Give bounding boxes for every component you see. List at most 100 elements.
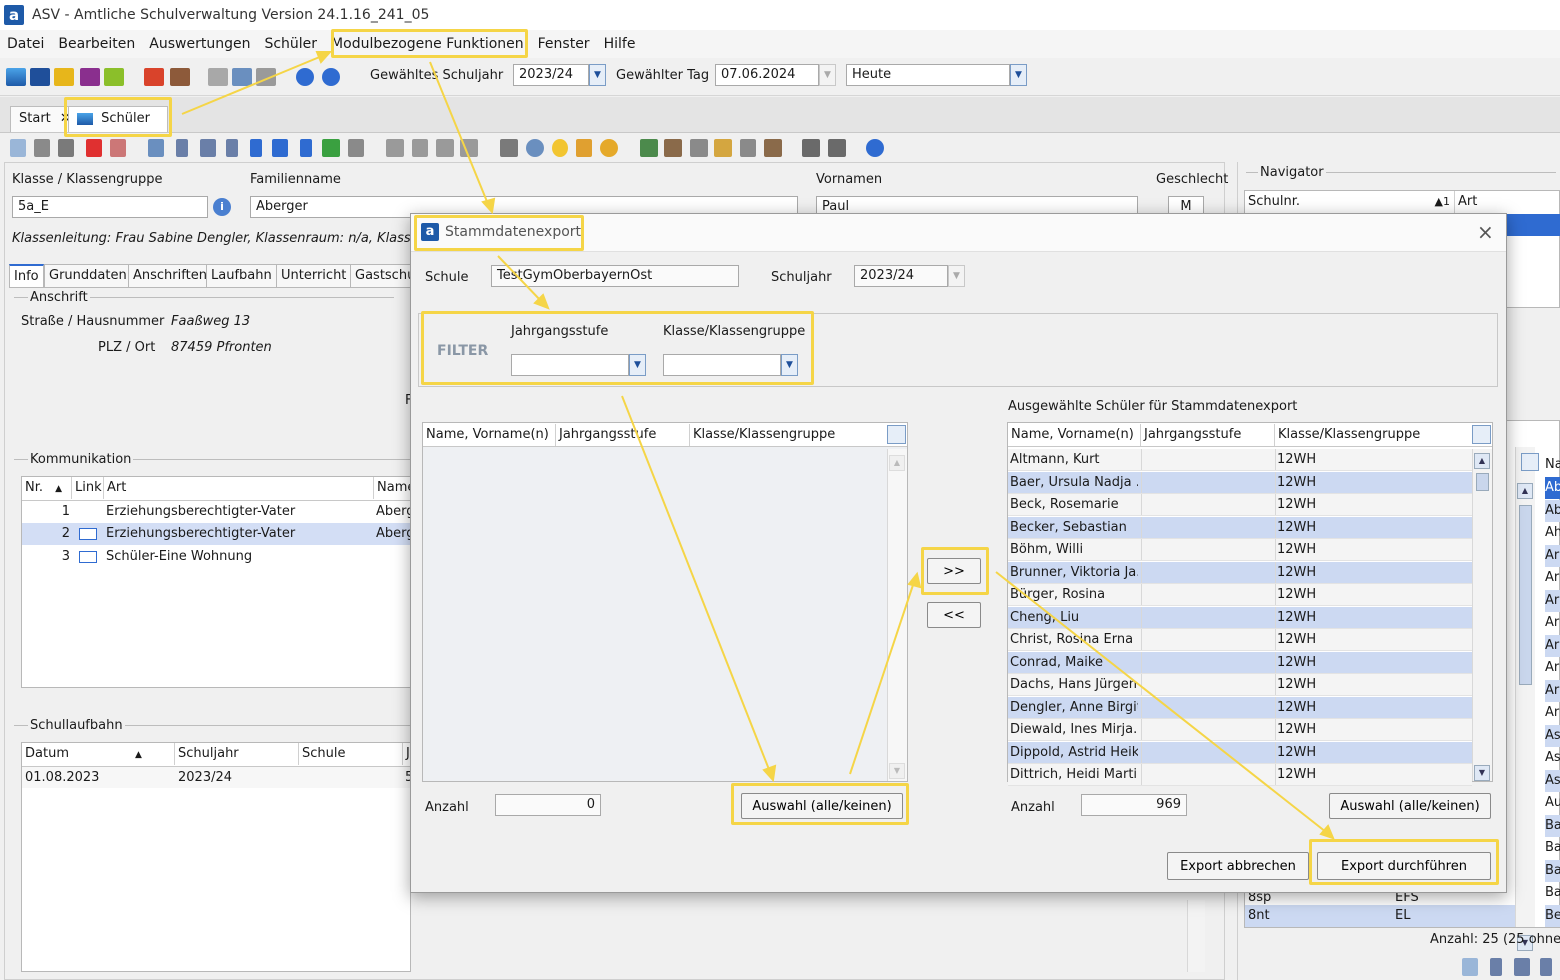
column-header-jahrgangsstufe[interactable]: Jahrgangsstufe (556, 424, 690, 446)
menu-schueler[interactable]: Schüler (257, 30, 324, 58)
table-row[interactable]: Becker, Sebastian 12WH (1008, 516, 1472, 539)
list-item[interactable]: Ba (1545, 859, 1560, 882)
window-icon[interactable] (232, 68, 252, 86)
fast-forward-icon[interactable] (272, 139, 288, 157)
calendar-icon[interactable] (30, 68, 50, 86)
table-row[interactable]: Böhm, Willi 12WH (1008, 539, 1472, 561)
tab-schueler[interactable]: Schüler ✕ (68, 106, 168, 150)
export-durchfuehren-button[interactable]: Export durchführen (1317, 852, 1491, 880)
register-icon[interactable] (170, 68, 190, 86)
scrollbar[interactable] (1187, 900, 1205, 972)
previous-icon[interactable] (226, 139, 238, 157)
list-item[interactable]: Ba (1545, 814, 1560, 837)
table-row[interactable]: 8nt EL (1245, 905, 1515, 927)
subtab-laufbahn[interactable]: Laufbahn (206, 264, 277, 288)
next-icon[interactable] (250, 139, 262, 157)
home-alt-icon[interactable] (828, 139, 846, 157)
list-item[interactable]: Ar (1545, 544, 1560, 567)
table-row[interactable]: 1 Erziehungsberechtigter-Vater Aberg (22, 500, 412, 522)
scrollbar[interactable]: ▲ ▼ (1472, 449, 1492, 781)
list-item[interactable]: Ar (1545, 702, 1560, 724)
rewind-icon[interactable] (1514, 958, 1530, 976)
list-item[interactable]: Ar (1545, 657, 1560, 679)
list-item[interactable]: Ar (1545, 567, 1560, 589)
save-icon[interactable] (34, 139, 50, 157)
notes-icon[interactable] (104, 68, 124, 86)
folder-icon[interactable] (714, 139, 732, 157)
table-row[interactable]: Dengler, Anne Birgit... 12WH (1008, 696, 1472, 719)
teachers-icon[interactable] (54, 68, 74, 86)
list-item[interactable]: Ab (1545, 499, 1560, 522)
list-item[interactable]: Ar (1545, 634, 1560, 657)
list-item[interactable]: Ar (1545, 679, 1560, 702)
table-row[interactable]: Dachs, Hans Jürgen 12WH (1008, 674, 1472, 696)
list-item[interactable]: Ah (1545, 522, 1560, 544)
list-icon[interactable] (148, 139, 164, 157)
chevron-down-icon[interactable]: ▼ (1474, 765, 1490, 781)
list-item[interactable]: Au (1545, 792, 1560, 814)
home-icon[interactable] (802, 139, 820, 157)
heute-select[interactable]: Heute (846, 64, 1010, 86)
delete-list-icon[interactable] (110, 139, 126, 157)
table-row[interactable]: Beck, Rosemarie 12WH (1008, 494, 1472, 516)
subtab-grunddaten[interactable]: Grunddaten (44, 264, 132, 288)
table-row[interactable]: Cheng, Liu 12WH (1008, 606, 1472, 629)
envelope-icon[interactable] (79, 528, 97, 540)
first-icon[interactable] (1490, 958, 1502, 976)
column-header-name[interactable]: Name, Vorname(n) (1008, 424, 1141, 446)
close-icon[interactable]: × (1477, 220, 1494, 244)
menu-bearbeiten[interactable]: Bearbeiten (51, 30, 142, 58)
column-header-jahrgangsstufe[interactable]: Jahrgangsstufe (1141, 424, 1275, 446)
column-header-name[interactable]: Name (374, 477, 412, 499)
export-abbrechen-button[interactable]: Export abbrechen (1167, 852, 1309, 880)
table-row[interactable]: Dittrich, Heidi Marti... 12WH (1008, 764, 1472, 786)
eye-icon[interactable] (526, 139, 544, 157)
lightning-icon[interactable] (256, 68, 276, 86)
delete-icon[interactable] (86, 139, 102, 157)
export-icon[interactable] (640, 139, 658, 157)
chevron-up-icon[interactable]: ▲ (1517, 483, 1533, 499)
chevron-down-icon[interactable]: ▼ (629, 354, 646, 376)
column-chooser-icon[interactable] (1472, 425, 1491, 444)
chevron-down-icon[interactable]: ▼ (948, 265, 965, 287)
chevron-down-icon[interactable]: ▼ (781, 354, 798, 376)
menu-datei[interactable]: Datei (0, 30, 51, 58)
table-row[interactable]: 3 Schüler-Eine Wohnung (22, 546, 412, 568)
tag-input[interactable]: 07.06.2024 (715, 64, 819, 86)
scrollbar-thumb[interactable] (1519, 505, 1532, 685)
move-right-button[interactable]: >> (927, 558, 981, 584)
remove-icon[interactable] (386, 139, 404, 157)
column-header-datum[interactable]: Datum ▲ (22, 743, 175, 765)
column-header-klasse[interactable]: Klasse/Klassengruppe (690, 424, 885, 446)
rewind-icon[interactable] (200, 139, 216, 157)
copy-icon[interactable] (436, 139, 454, 157)
list-item[interactable]: As (1545, 769, 1560, 792)
chevron-up-icon[interactable]: ▲ (889, 455, 905, 471)
auswahl-left-button[interactable]: Auswahl (alle/keinen) (741, 793, 903, 819)
table-row[interactable]: Baer, Ursula Nadja ... 12WH (1008, 471, 1472, 494)
help-icon[interactable] (322, 68, 340, 86)
column-header-na[interactable]: Na (1545, 457, 1560, 472)
menu-modulbezogene-funktionen[interactable]: Modulbezogene Funktionen (324, 30, 531, 58)
list-item[interactable]: Ba (1545, 882, 1560, 904)
klasse-select[interactable] (663, 354, 781, 376)
list-item[interactable]: Be (1545, 904, 1560, 927)
column-header-art[interactable]: Art (1455, 191, 1560, 213)
table-row[interactable]: 01.08.2023 2023/24 5 (22, 766, 412, 788)
book-icon[interactable] (80, 68, 100, 86)
column-header-link[interactable]: Link (72, 477, 104, 499)
chevron-down-icon[interactable]: ▼ (1010, 64, 1027, 86)
menu-hilfe[interactable]: Hilfe (597, 30, 643, 58)
chevron-down-icon[interactable]: ▼ (819, 64, 836, 86)
cut-icon[interactable] (412, 139, 428, 157)
column-header-art[interactable]: Art (104, 477, 374, 499)
chevron-down-icon[interactable]: ▼ (889, 763, 905, 779)
menu-fenster[interactable]: Fenster (531, 30, 597, 58)
report-icon[interactable] (144, 68, 164, 86)
column-header-nr[interactable]: Nr. ▲ (22, 477, 72, 499)
table-row[interactable]: Altmann, Kurt 12WH (1008, 449, 1472, 471)
column-header-schuljahr[interactable]: Schuljahr (175, 743, 299, 765)
table-row[interactable]: Brunner, Viktoria Ja... 12WH (1008, 561, 1472, 584)
envelope-icon[interactable] (79, 551, 97, 563)
info-icon[interactable]: i (213, 198, 231, 216)
